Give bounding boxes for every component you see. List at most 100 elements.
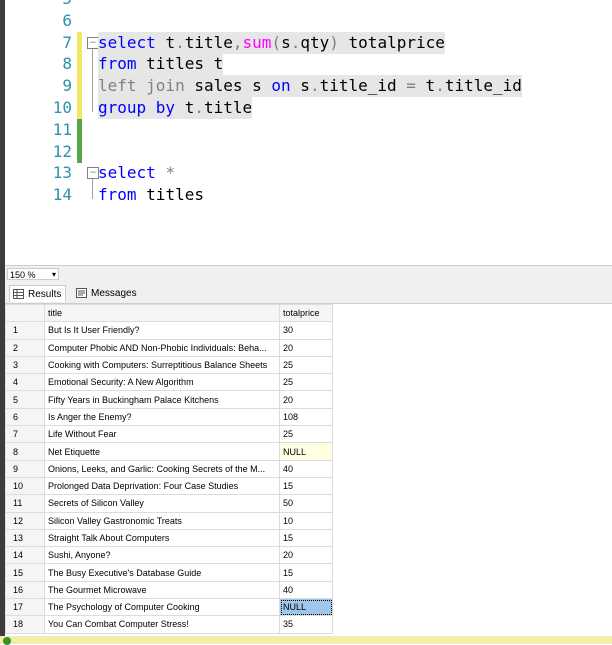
table-row[interactable]: 6 Is Anger the Enemy? 108 — [5, 407, 333, 427]
change-marker — [77, 97, 82, 119]
cell-totalprice[interactable]: 25 — [279, 373, 333, 392]
column-header-title[interactable]: title — [44, 303, 280, 323]
cell-title[interactable]: Emotional Security: A New Algorithm — [44, 373, 280, 392]
results-grid[interactable]: title totalprice 1 But Is It User Friendl… — [5, 303, 612, 634]
row-number[interactable]: 8 — [5, 442, 45, 461]
row-number[interactable]: 14 — [5, 546, 45, 565]
row-number[interactable]: 4 — [5, 373, 45, 392]
row-number[interactable]: 9 — [5, 459, 45, 478]
messages-icon — [76, 288, 87, 298]
table-row[interactable]: 18 You Can Combat Computer Stress! 35 — [5, 615, 333, 634]
row-number[interactable]: 15 — [5, 563, 45, 582]
cell-title[interactable]: Cooking with Computers: Surreptitious Ba… — [44, 355, 280, 375]
table-row[interactable]: 16 The Gourmet Microwave 40 — [5, 580, 333, 600]
table-row[interactable]: 10 Prolonged Data Deprivation: Four Case … — [5, 476, 333, 496]
code-token: t — [165, 32, 176, 52]
line-number: 13 — [52, 163, 72, 183]
row-number[interactable]: 3 — [5, 355, 45, 375]
table-row[interactable]: 3 Cooking with Computers: Surreptitious B… — [5, 355, 333, 375]
cell-totalprice[interactable]: 25 — [279, 425, 333, 444]
code-token: s — [300, 76, 310, 96]
code-line[interactable]: 11 — [0, 118, 607, 141]
cell-title[interactable]: Life Without Fear — [44, 425, 280, 444]
cell-totalprice[interactable]: 15 — [279, 563, 333, 582]
table-row[interactable]: 2 Computer Phobic AND Non-Phobic Individu… — [5, 338, 333, 357]
cell-totalprice[interactable]: 35 — [279, 615, 333, 634]
table-row[interactable]: 13 Straight Talk About Computers 15 — [5, 528, 333, 548]
row-number[interactable]: 10 — [5, 476, 45, 496]
row-number[interactable]: 6 — [5, 407, 45, 427]
table-row[interactable]: 5 Fifty Years in Buckingham Palace Kitche… — [5, 390, 333, 409]
cell-title[interactable]: The Busy Executive's Database Guide — [44, 563, 280, 582]
table-row[interactable]: 4 Emotional Security: A New Algorithm 25 — [5, 373, 333, 392]
results-tabbar: Results Messages — [5, 283, 612, 304]
cell-totalprice[interactable]: 15 — [279, 528, 333, 548]
cell-totalprice[interactable]: 15 — [279, 476, 333, 496]
code-token: title_id — [444, 76, 522, 96]
table-row[interactable]: 17 The Psychology of Computer Cooking NULL — [5, 598, 333, 617]
tab-results-label: Results — [28, 289, 62, 300]
table-row[interactable]: 15 The Busy Executive's Database Guide 15 — [5, 563, 333, 582]
cell-title[interactable]: You Can Combat Computer Stress! — [44, 615, 280, 634]
cell-totalprice[interactable]: NULL — [279, 442, 333, 461]
cell-title[interactable]: Net Etiquette — [44, 442, 280, 461]
table-row[interactable]: 7 Life Without Fear 25 — [5, 425, 333, 444]
code-token: . — [435, 76, 445, 96]
cell-title[interactable]: Fifty Years in Buckingham Palace Kitchen… — [44, 390, 280, 409]
code-line[interactable]: 6 — [0, 10, 607, 32]
tab-results[interactable]: Results — [9, 285, 67, 302]
table-row[interactable]: 8 Net Etiquette NULL — [5, 442, 333, 461]
column-header-totalprice[interactable]: totalprice — [279, 303, 333, 323]
table-row[interactable]: 1 But Is It User Friendly? 30 — [5, 321, 333, 340]
code-line[interactable]: 12 — [0, 140, 607, 163]
cell-totalprice[interactable]: 108 — [279, 407, 333, 427]
cell-totalprice[interactable]: NULL — [279, 598, 333, 617]
code-token: ( — [271, 32, 282, 52]
table-row[interactable]: 11 Secrets of Silicon Valley 50 — [5, 494, 333, 513]
code-text: group by t.title — [98, 97, 253, 119]
query-editor[interactable]: 567−select t.title,sum(s.qty) totalprice… — [0, 0, 612, 265]
row-number[interactable]: 16 — [5, 580, 45, 600]
code-line[interactable]: 5 — [0, 0, 607, 10]
tab-messages[interactable]: Messages — [73, 285, 141, 302]
table-row[interactable]: 14 Sushi, Anyone? 20 — [5, 546, 333, 565]
table-row[interactable]: 9 Onions, Leeks, and Garlic: Cooking Secr… — [5, 459, 333, 478]
cell-title[interactable]: The Gourmet Microwave — [44, 580, 280, 600]
code-token: sum — [242, 32, 272, 52]
cell-title[interactable]: Computer Phobic AND Non-Phobic Individua… — [44, 338, 280, 357]
row-number[interactable]: 2 — [5, 338, 45, 357]
cell-title[interactable]: But Is It User Friendly? — [44, 321, 280, 340]
row-number[interactable]: 11 — [5, 494, 45, 513]
change-marker — [77, 184, 82, 206]
table-row[interactable]: 12 Silicon Valley Gastronomic Treats 10 — [5, 511, 333, 530]
cell-totalprice[interactable]: 20 — [279, 390, 333, 409]
row-number[interactable]: 12 — [5, 511, 45, 530]
cell-totalprice[interactable]: 20 — [279, 338, 333, 357]
row-number[interactable]: 13 — [5, 528, 45, 548]
cell-totalprice[interactable]: 40 — [279, 459, 333, 478]
cell-title[interactable]: Onions, Leeks, and Garlic: Cooking Secre… — [44, 459, 280, 478]
cell-title[interactable]: The Psychology of Computer Cooking — [44, 598, 280, 617]
cell-totalprice[interactable]: 20 — [279, 546, 333, 565]
code-token: , — [232, 32, 243, 52]
line-number: 11 — [52, 119, 72, 139]
row-number[interactable]: 1 — [5, 321, 45, 340]
cell-totalprice[interactable]: 10 — [279, 511, 333, 530]
code-token: left join — [98, 76, 195, 96]
cell-title[interactable]: Secrets of Silicon Valley — [44, 494, 280, 513]
row-number[interactable]: 5 — [5, 390, 45, 409]
row-number[interactable]: 7 — [5, 425, 45, 444]
cell-totalprice[interactable]: 25 — [279, 355, 333, 375]
cell-totalprice[interactable]: 40 — [279, 580, 333, 600]
cell-totalprice[interactable]: 50 — [279, 494, 333, 513]
cell-totalprice[interactable]: 30 — [279, 321, 333, 340]
row-number[interactable]: 18 — [5, 615, 45, 634]
cell-title[interactable]: Straight Talk About Computers — [44, 528, 280, 548]
cell-title[interactable]: Silicon Valley Gastronomic Treats — [44, 511, 280, 530]
cell-title[interactable]: Prolonged Data Deprivation: Four Case St… — [44, 476, 280, 496]
cell-title[interactable]: Sushi, Anyone? — [44, 546, 280, 565]
cell-title[interactable]: Is Anger the Enemy? — [44, 407, 280, 427]
code-token: from — [98, 54, 147, 74]
row-number[interactable]: 17 — [5, 598, 45, 617]
zoom-dropdown[interactable]: 150 % ▾ — [7, 268, 59, 280]
